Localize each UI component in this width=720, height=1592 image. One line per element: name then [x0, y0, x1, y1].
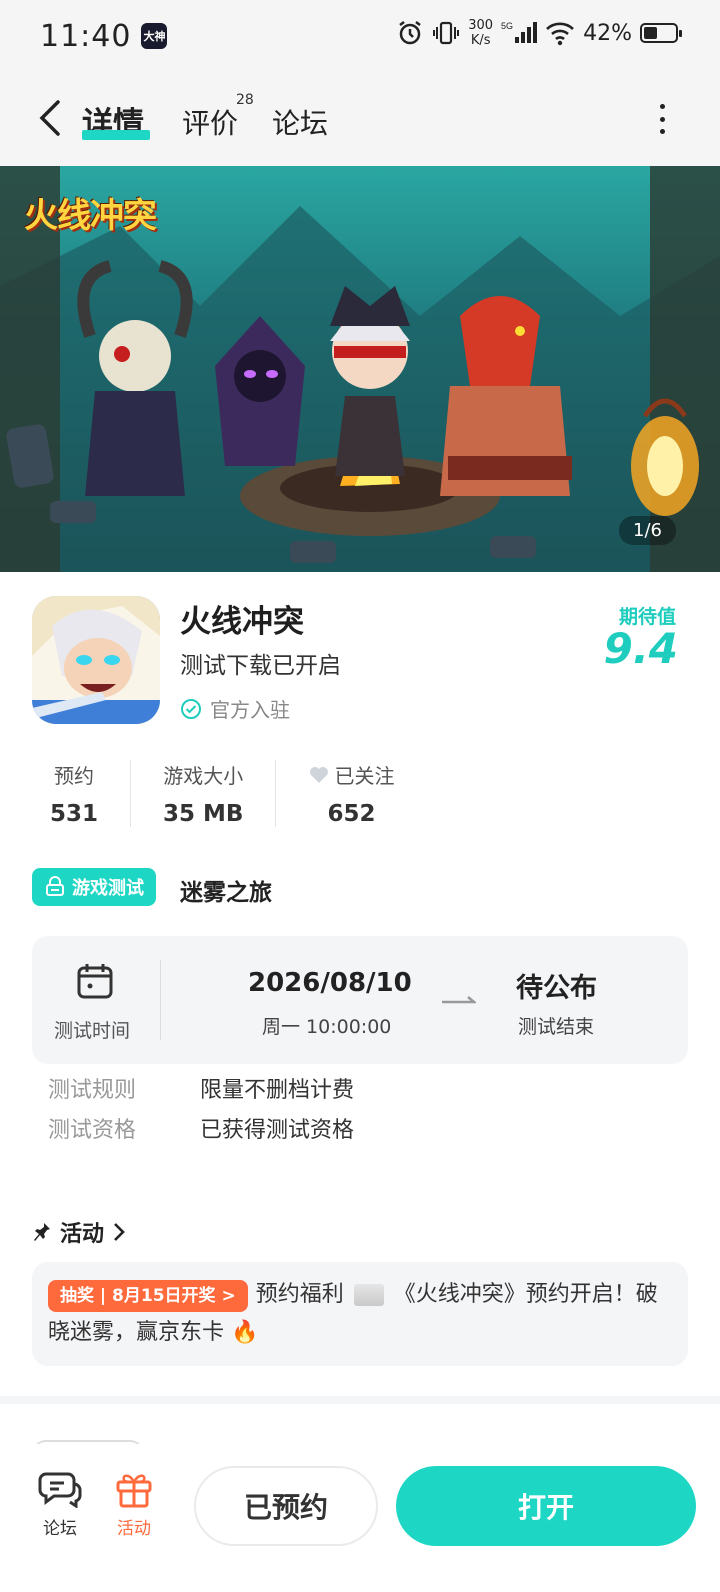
test-time-label: 测试时间 [54, 1020, 131, 1042]
section-separator [0, 1396, 720, 1404]
rule-key: 测试资格 [48, 1118, 137, 1143]
test-end-value: 待公布 [516, 973, 597, 1004]
rule-key: 测试规则 [48, 1078, 137, 1103]
forum-chat-icon [38, 1472, 82, 1508]
battery-text: 42% [583, 20, 632, 46]
bottom-activity-button[interactable]: 活动 [114, 1470, 154, 1539]
signal-icon: 5G [501, 21, 538, 43]
status-icons: 300 K/s 5G 42% [396, 18, 682, 48]
test-time-card: 测试时间 2026/08/10 周一 10:00:00 待公布 测试结束 [32, 936, 688, 1064]
banner-page-counter: 1/6 [619, 516, 676, 545]
heart-icon [310, 766, 329, 783]
net-speed-value: 300 [468, 18, 494, 33]
stat-value: 652 [327, 801, 376, 827]
lottery-badge[interactable]: 抽奖 | 8月15日开奖 > [48, 1280, 248, 1312]
game-subtitle: 测试下载已开启 [180, 653, 341, 679]
official-badge: 官方入驻 [180, 694, 290, 723]
expectation-score: 9.4 [603, 624, 678, 673]
stat-value: 35 MB [163, 801, 244, 827]
test-start-date: 2026/08/10 [248, 968, 412, 998]
wifi-icon [546, 22, 574, 46]
status-bar: 11:40 大神 300 K/s 5G 42% [0, 0, 720, 72]
test-icon [46, 876, 64, 896]
stats-row: 预约 531 游戏大小 35 MB 已关注 652 [36, 760, 426, 827]
check-circle-icon [181, 698, 201, 719]
test-name: 迷雾之旅 [180, 880, 272, 906]
stat-label: 已关注 [334, 764, 395, 788]
reviews-count: 28 [236, 92, 254, 108]
battery-icon [640, 23, 682, 43]
activity-header[interactable]: 活动 [32, 1216, 126, 1248]
divider [160, 960, 161, 1040]
back-icon[interactable] [32, 98, 68, 138]
stat-label: 预约 [54, 764, 94, 788]
network-type: 5G [501, 21, 513, 31]
tab-reviews[interactable]: 评价 [182, 102, 238, 142]
alarm-icon [399, 21, 422, 45]
test-start-detail: 周一 10:00:00 [262, 1016, 392, 1038]
calendar-icon [77, 964, 113, 999]
game-icon [32, 596, 160, 724]
top-nav: 详情 评价 28 论坛 [0, 72, 720, 166]
activity-card[interactable]: 抽奖 | 8月15日开奖 > 预约福利 《火线冲突》预约开启！破晓迷雾，赢京东卡 🔥 [32, 1262, 688, 1366]
stat-value: 531 [50, 801, 99, 827]
active-tab-indicator [82, 130, 150, 140]
stat-label: 游戏大小 [163, 764, 244, 788]
gift-icon [116, 1474, 152, 1508]
activity-text-part1: 预约福利 [255, 1282, 344, 1307]
bottom-activity-label: 活动 [117, 1519, 151, 1539]
stat-reservations: 预约 531 [36, 760, 130, 827]
arrow-right-icon [442, 996, 476, 1004]
reserved-button[interactable]: 已预约 [194, 1466, 378, 1546]
bottom-forum-label: 论坛 [43, 1519, 77, 1539]
chevron-right-icon [114, 1223, 125, 1241]
app-badge-icon: 大神 [141, 23, 168, 49]
open-button[interactable]: 打开 [396, 1466, 696, 1546]
game-test-label: 游戏测试 [72, 878, 144, 899]
vibrate-icon [433, 21, 460, 45]
activity-title: 活动 [60, 1222, 105, 1247]
battery-fill [644, 27, 657, 39]
banner-logo: 火线冲突 [24, 196, 157, 236]
rule-value: 已获得测试资格 [200, 1118, 355, 1143]
test-rule-row: 测试规则 限量不删档计费 [48, 1072, 354, 1104]
activity-image-icon [353, 1284, 384, 1306]
rule-value: 限量不删档计费 [200, 1078, 355, 1103]
net-speed: 300 K/s [468, 18, 493, 48]
banner-carousel[interactable]: 火线冲突 1/6 [0, 166, 720, 572]
stat-size: 游戏大小 35 MB [130, 760, 275, 827]
stat-followed[interactable]: 已关注 652 [275, 760, 426, 827]
test-qualification-row: 测试资格 已获得测试资格 [48, 1112, 354, 1144]
net-speed-unit: K/s [470, 33, 491, 48]
bottom-forum-button[interactable]: 论坛 [38, 1470, 82, 1539]
official-label: 官方入驻 [210, 698, 290, 722]
status-time: 11:40 [40, 18, 132, 54]
game-test-tag: 游戏测试 [32, 868, 156, 906]
test-end-label: 测试结束 [518, 1016, 595, 1038]
game-name: 火线冲突 [180, 604, 304, 640]
tab-forum[interactable]: 论坛 [272, 102, 328, 142]
stat-label-row: 已关注 [308, 760, 394, 789]
pin-icon [34, 1223, 50, 1241]
more-options-icon[interactable] [658, 104, 666, 134]
